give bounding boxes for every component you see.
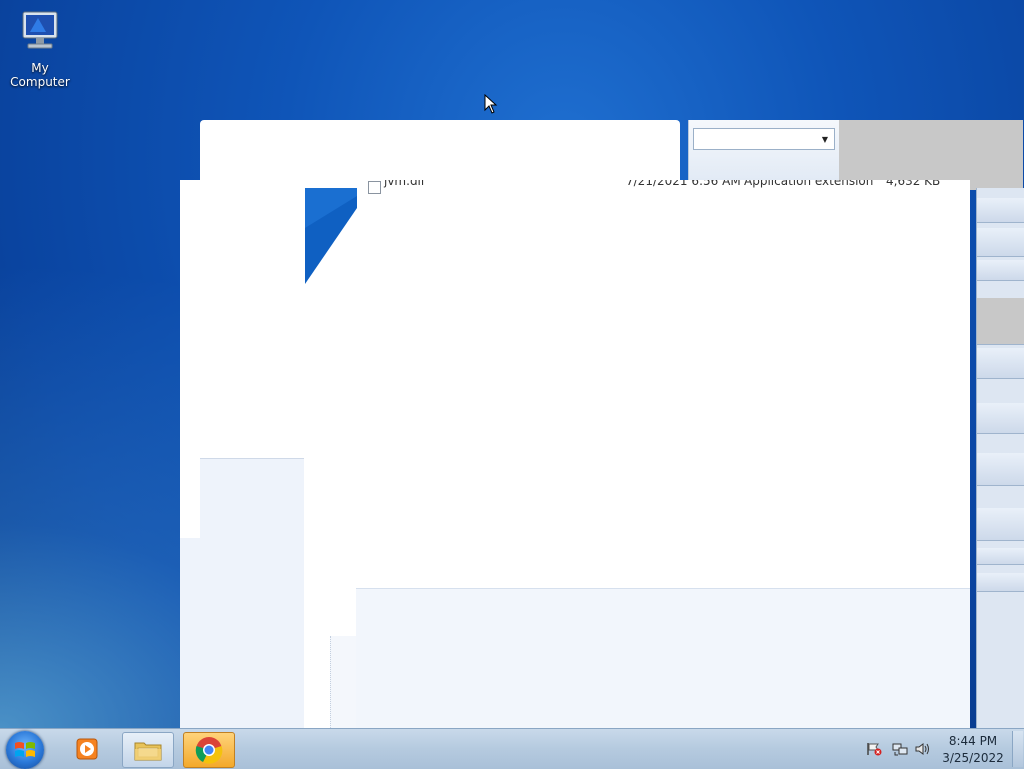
- strip-band: [977, 228, 1024, 257]
- show-desktop-button[interactable]: [1012, 731, 1023, 767]
- clock-date: 3/25/2022: [942, 751, 1004, 765]
- network-icon[interactable]: [892, 742, 908, 756]
- details-pane: [356, 588, 970, 729]
- start-button[interactable]: [6, 731, 44, 769]
- desktop-icon-my-computer[interactable]: My Computer: [2, 8, 78, 89]
- file-date: 7/21/2021 6:56 AM: [626, 180, 741, 188]
- chevron-down-icon[interactable]: ▼: [822, 135, 828, 144]
- taskbar: 8:44 PM 3/25/2022: [0, 728, 1024, 769]
- strip-band: [977, 453, 1024, 486]
- computer-monitor-icon: [22, 11, 58, 49]
- chrome-icon: [195, 737, 223, 764]
- taskbar-windows-explorer[interactable]: [122, 732, 174, 768]
- details-pane-edge: [330, 636, 357, 728]
- taskbar-google-chrome[interactable]: [183, 732, 235, 768]
- volume-icon[interactable]: [914, 742, 930, 756]
- navigation-pane-edge: [180, 538, 200, 728]
- taskbar-media-player[interactable]: [62, 732, 112, 766]
- file-type: Application extension: [744, 180, 874, 188]
- media-player-icon: [76, 738, 98, 760]
- file-row[interactable]: jvm.dll 7/21/2021 6:56 AM Application ex…: [366, 180, 966, 194]
- background-window-strip: [976, 188, 1024, 728]
- strip-band: [977, 260, 1024, 281]
- file-name: jvm.dll: [384, 180, 425, 188]
- mouse-cursor-icon: [484, 94, 498, 114]
- render-artifact: [305, 188, 357, 284]
- action-center-flag-icon[interactable]: [866, 742, 882, 756]
- strip-band: [977, 508, 1024, 541]
- strip-band: [977, 298, 1024, 345]
- strip-band: [977, 348, 1024, 379]
- desktop-icon-label: My Computer: [10, 61, 70, 89]
- address-dropdown[interactable]: ▼: [693, 128, 835, 150]
- strip-band: [977, 573, 1024, 592]
- strip-band: [977, 403, 1024, 434]
- navigation-pane: [200, 458, 304, 729]
- folder-icon: [134, 742, 162, 761]
- file-size: 4,632 KB: [886, 180, 941, 188]
- strip-band: [977, 198, 1024, 223]
- strip-band: [977, 548, 1024, 565]
- windows-logo-icon: [15, 742, 35, 757]
- clock-time: 8:44 PM: [948, 734, 998, 748]
- system-clock[interactable]: 8:44 PM 3/25/2022: [940, 733, 1006, 767]
